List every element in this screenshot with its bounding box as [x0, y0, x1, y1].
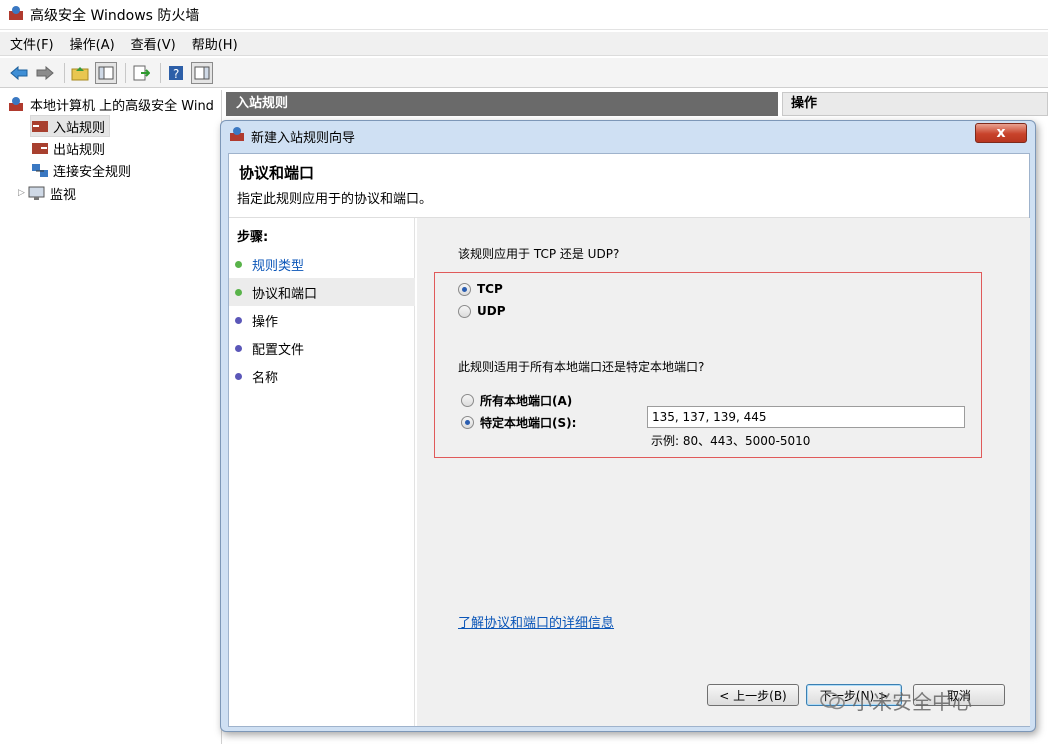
step-name: 名称 [229, 362, 415, 390]
tree-root[interactable]: 本地计算机 上的高级安全 Wind [8, 93, 214, 115]
menu-help[interactable]: 帮助(H) [192, 34, 238, 53]
up-folder-icon[interactable] [69, 62, 91, 84]
port-example-text: 示例: 80、443、5000-5010 [651, 434, 811, 448]
export-list-icon[interactable] [130, 62, 152, 84]
window-titlebar: 高级安全 Windows 防火墙 [0, 0, 1048, 30]
menu-view[interactable]: 查看(V) [131, 34, 176, 53]
step-pending-icon [235, 316, 242, 324]
toolbar-separator [64, 62, 65, 83]
forward-arrow-icon[interactable] [34, 62, 56, 84]
toolbar-separator [160, 62, 161, 83]
middle-pane-header: 入站规则 [226, 92, 778, 116]
show-hide-tree-icon[interactable] [95, 61, 117, 84]
window-title: 高级安全 Windows 防火墙 [30, 7, 200, 24]
udp-radio[interactable]: UDP [458, 304, 506, 318]
step-action: 操作 [229, 306, 415, 334]
radio-selected-icon [461, 416, 474, 429]
radio-unselected-icon [461, 394, 474, 407]
menu-bar: 文件(F) 操作(A) 查看(V) 帮助(H) [0, 32, 1048, 56]
help-icon[interactable]: ? [165, 62, 187, 84]
step-label: 名称 [252, 370, 279, 386]
dialog-titlebar: 新建入站规则向导 [221, 121, 1035, 151]
show-hide-action-pane-icon[interactable] [191, 61, 213, 84]
close-button[interactable]: x [975, 123, 1027, 143]
expand-arrow-icon[interactable]: ▷ [18, 188, 28, 198]
back-arrow-icon[interactable] [8, 62, 30, 84]
menu-action[interactable]: 操作(A) [70, 34, 115, 53]
step-profile: 配置文件 [229, 334, 415, 362]
monitor-icon [28, 185, 46, 201]
radio-label: TCP [477, 282, 503, 296]
tree-item-monitoring[interactable]: ▷ 监视 [18, 182, 76, 204]
tree-item-label: 监视 [50, 187, 77, 203]
toolbar-separator [125, 62, 126, 83]
all-ports-radio[interactable]: 所有本地端口(A) [461, 392, 572, 409]
tree-item-outbound-rules[interactable]: 出站规则 [31, 137, 105, 159]
radio-label: 特定本地端口(S): [480, 416, 577, 430]
radio-selected-icon [458, 282, 471, 296]
tree-item-label: 入站规则 [53, 120, 106, 136]
step-protocol-and-ports: 协议和端口 [229, 278, 415, 306]
page-title: 协议和端口 [239, 164, 315, 182]
step-label: 配置文件 [252, 342, 305, 358]
step-rule-type[interactable]: 规则类型 [229, 250, 415, 278]
learn-more-link[interactable]: 了解协议和端口的详细信息 [458, 612, 614, 631]
step-pending-icon [235, 344, 242, 352]
firewall-icon [229, 126, 245, 146]
specific-ports-radio[interactable]: 特定本地端口(S): [461, 414, 576, 431]
radio-label: UDP [477, 304, 506, 318]
tree-item-inbound-rules[interactable]: 入站规则 [30, 115, 111, 137]
dialog-title: 新建入站规则向导 [251, 130, 356, 146]
step-current-icon [235, 288, 242, 296]
step-label: 操作 [252, 314, 279, 330]
inbound-rules-icon [31, 118, 49, 134]
toolbar: ? [0, 58, 1048, 88]
connection-security-icon [31, 162, 49, 178]
radio-unselected-icon [458, 304, 471, 318]
back-button[interactable]: < 上一步(B) [707, 684, 799, 706]
step-done-icon [235, 260, 242, 268]
svg-text:?: ? [173, 67, 179, 81]
wizard-content: 该规则应用于 TCP 还是 UDP? TCP UDP 此规则适用于所有本地端口还… [417, 218, 1030, 726]
outbound-rules-icon [31, 140, 49, 156]
dialog-body: 协议和端口 指定此规则应用于的协议和端口。 步骤: 规则类型 协议和端口 操作 … [228, 153, 1030, 727]
tree-item-connection-security-rules[interactable]: 连接安全规则 [31, 159, 131, 181]
protocol-question: 该规则应用于 TCP 还是 UDP? [458, 247, 620, 261]
tree-item-label: 连接安全规则 [53, 164, 132, 180]
specific-ports-input[interactable]: 135, 137, 139, 445 [647, 406, 965, 428]
step-label: 规则类型 [252, 258, 305, 274]
watermark-text: 小米安全中心 [852, 690, 972, 714]
menu-file[interactable]: 文件(F) [10, 34, 54, 53]
step-label: 协议和端口 [252, 286, 318, 302]
tree-item-label: 出站规则 [53, 142, 106, 158]
watermark: 小米安全中心 [820, 686, 972, 715]
step-pending-icon [235, 372, 242, 380]
actions-pane-header: 操作 [782, 92, 1048, 116]
firewall-icon [8, 96, 26, 112]
port-question: 此规则适用于所有本地端口还是特定本地端口? [458, 360, 705, 374]
page-subtitle: 指定此规则应用于的协议和端口。 [237, 192, 433, 207]
console-tree: 本地计算机 上的高级安全 Wind 入站规则 出站规则 连接安全规则 ▷ 监视 [0, 90, 222, 744]
wechat-icon [820, 691, 846, 711]
firewall-icon [8, 5, 24, 25]
radio-label: 所有本地端口(A) [480, 394, 573, 408]
steps-panel: 步骤: 规则类型 协议和端口 操作 配置文件 名称 [229, 218, 415, 726]
new-inbound-rule-wizard: 新建入站规则向导 x 协议和端口 指定此规则应用于的协议和端口。 步骤: 规则类… [220, 120, 1036, 732]
tree-root-label: 本地计算机 上的高级安全 Wind [30, 98, 214, 114]
tcp-radio[interactable]: TCP [458, 282, 503, 296]
steps-title: 步骤: [237, 230, 269, 245]
wizard-header: 协议和端口 指定此规则应用于的协议和端口。 [229, 154, 1029, 218]
